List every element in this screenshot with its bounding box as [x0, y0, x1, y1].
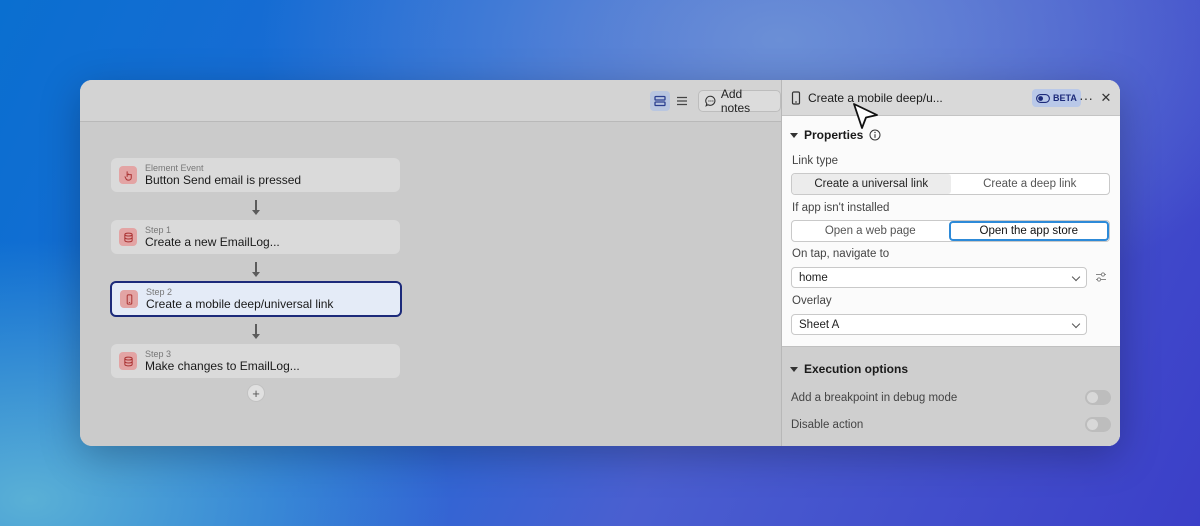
view-toggle — [650, 91, 692, 111]
trigger-card[interactable]: Element Event Button Send email is press… — [111, 158, 400, 192]
step-card-2[interactable]: Step 2 Create a mobile deep/universal li… — [110, 281, 402, 317]
add-step-button[interactable]: + — [247, 384, 265, 402]
mouse-cursor-icon — [853, 103, 878, 129]
canvas-view-button[interactable] — [650, 91, 670, 111]
mobile-icon — [120, 290, 138, 308]
list-view-button[interactable] — [672, 91, 692, 111]
step-title: Make changes to EmailLog... — [145, 359, 300, 373]
not-installed-segmented-control: Open a web page Open the app store — [791, 220, 1110, 242]
overlay-select[interactable]: Sheet A — [791, 314, 1087, 335]
open-web-page-option[interactable]: Open a web page — [792, 221, 949, 241]
add-notes-button[interactable]: Add notes — [698, 87, 781, 115]
breakpoint-row: Add a breakpoint in debug mode — [791, 390, 1111, 405]
list-icon — [677, 96, 687, 106]
link-type-segmented-control: Create a universal link Create a deep li… — [791, 173, 1110, 195]
open-app-store-option[interactable]: Open the app store — [948, 221, 1109, 241]
deep-link-option[interactable]: Create a deep link — [951, 174, 1110, 194]
navigate-value: home — [799, 271, 828, 284]
universal-link-option[interactable]: Create a universal link — [792, 174, 951, 194]
execution-heading: Execution options — [804, 362, 909, 376]
not-installed-label: If app isn't installed — [792, 202, 890, 214]
workflow-canvas[interactable]: Add notes Element Event Button Send emai… — [80, 80, 781, 446]
connector-arrow — [252, 262, 260, 277]
link-type-label: Link type — [792, 155, 839, 167]
add-notes-label: Add notes — [720, 87, 751, 115]
toggle-icon — [1036, 93, 1050, 103]
chevron-down-icon — [1071, 319, 1081, 329]
disable-action-toggle[interactable] — [1085, 417, 1111, 432]
disable-action-label: Disable action — [791, 419, 864, 431]
overlay-label: Overlay — [792, 295, 832, 307]
navigate-select[interactable]: home — [791, 267, 1087, 288]
comment-icon — [705, 95, 716, 107]
more-options-icon[interactable]: ··· — [1077, 89, 1095, 107]
overlay-value: Sheet A — [799, 318, 840, 331]
properties-panel: Create a mobile deep/u... BETA ··· ✕ Pro… — [781, 80, 1120, 446]
beta-badge[interactable]: BETA — [1032, 89, 1081, 107]
panel-header: Create a mobile deep/u... BETA ··· ✕ — [782, 80, 1120, 116]
step-title: Button Send email is pressed — [145, 173, 302, 187]
database-icon — [119, 352, 137, 370]
navigate-label: On tap, navigate to — [792, 248, 890, 260]
caret-down-icon — [790, 132, 798, 138]
pointer-hand-icon — [119, 166, 137, 184]
canvas-toolbar: Add notes — [80, 80, 781, 122]
sliders-icon[interactable] — [1094, 270, 1108, 289]
canvas-view-icon — [654, 95, 666, 107]
execution-options-section: Execution options Add a breakpoint in de… — [782, 346, 1120, 446]
breakpoint-label: Add a breakpoint in debug mode — [791, 392, 958, 404]
connector-arrow — [252, 200, 260, 215]
database-icon — [119, 228, 137, 246]
step-card-3[interactable]: Step 3 Make changes to EmailLog... — [111, 344, 400, 378]
step-title: Create a mobile deep/universal link — [146, 297, 334, 311]
beta-label: BETA — [1053, 93, 1077, 103]
breakpoint-toggle[interactable] — [1085, 390, 1111, 405]
mobile-icon — [790, 90, 802, 105]
caret-down-icon — [790, 366, 798, 372]
chevron-down-icon — [1071, 272, 1081, 282]
disable-action-row: Disable action — [791, 417, 1111, 432]
execution-section-header[interactable]: Execution options — [790, 362, 908, 376]
step-title: Create a new EmailLog... — [145, 235, 280, 249]
step-card-1[interactable]: Step 1 Create a new EmailLog... — [111, 220, 400, 254]
close-icon[interactable]: ✕ — [1097, 89, 1115, 107]
workflow-window: Add notes Element Event Button Send emai… — [80, 80, 1120, 446]
connector-arrow — [252, 324, 260, 339]
